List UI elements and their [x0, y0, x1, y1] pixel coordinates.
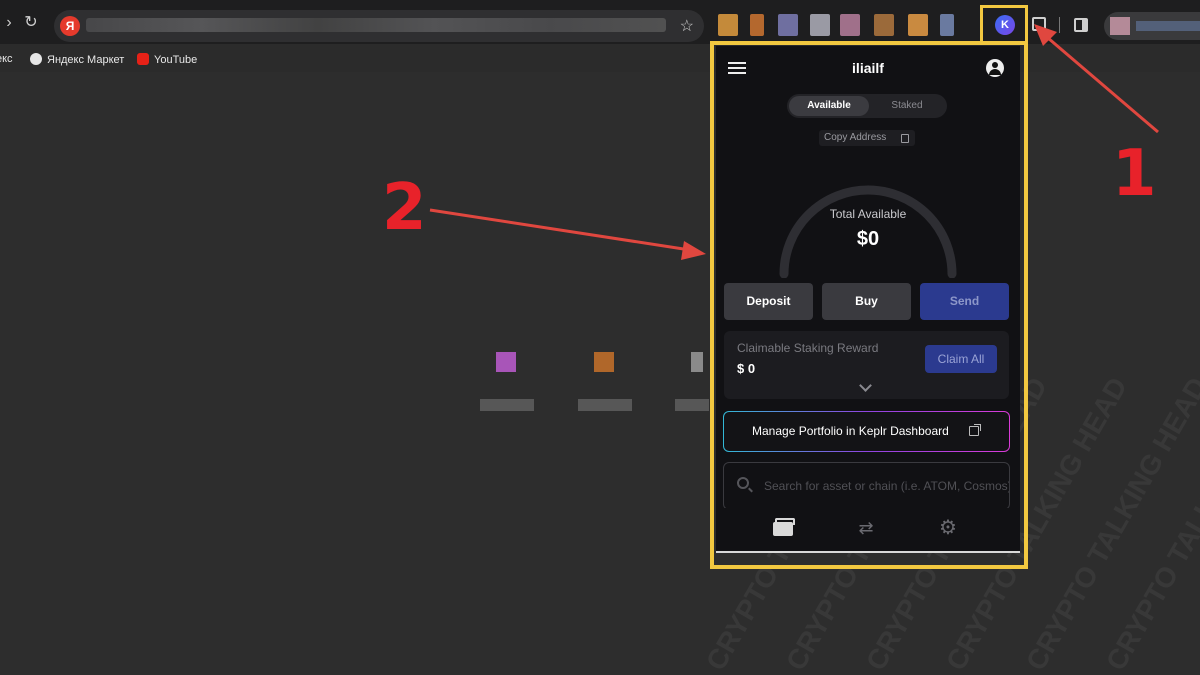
browser-toolbar: › ↻ Я ☆ K: [0, 0, 1200, 45]
arrow-2-line: [429, 208, 691, 252]
youtube-icon: [137, 53, 149, 65]
reward-value: $ 0: [737, 361, 756, 376]
annotation-number-2: 2: [382, 171, 427, 245]
keplr-extension-icon[interactable]: K: [995, 15, 1015, 35]
screenshot-root: › ↻ Я ☆ K екс Яндекс Маркет: [0, 0, 1200, 675]
account-name: iliailf: [852, 60, 884, 76]
wallet-icon[interactable]: [773, 518, 795, 538]
staking-reward-card: Claimable Staking Reward $ 0 Claim All: [724, 331, 1009, 399]
bookmark-yandex-market[interactable]: Яндекс Маркет: [30, 53, 124, 66]
search-icon: [737, 477, 749, 489]
blurred-shortcut-label: [578, 399, 632, 411]
tab-staked[interactable]: Staked: [869, 96, 945, 116]
forward-icon[interactable]: ›: [0, 14, 18, 32]
total-available-label: Total Available: [829, 207, 907, 221]
yandex-icon: Я: [60, 16, 80, 36]
gear-icon[interactable]: ⚙: [938, 518, 958, 538]
bookmark-star-icon[interactable]: ☆: [680, 16, 694, 36]
copy-address-button[interactable]: Copy Address: [819, 130, 915, 146]
balance-tabs: Available Staked: [787, 94, 947, 118]
arrow-2-head: [681, 241, 706, 260]
reload-icon[interactable]: ↻: [22, 14, 40, 32]
deposit-button[interactable]: Deposit: [724, 283, 813, 320]
account-icon[interactable]: [986, 59, 1004, 77]
toolbar-divider: [1059, 17, 1060, 33]
claim-all-button[interactable]: Claim All: [925, 345, 997, 373]
shortcut-icon: [691, 352, 703, 372]
copy-icon: [901, 134, 909, 143]
search-input[interactable]: [764, 476, 1009, 496]
bookmark-youtube[interactable]: YouTube: [137, 53, 197, 66]
tab-available[interactable]: Available: [789, 96, 869, 116]
avatar: [1110, 17, 1130, 35]
profile-button[interactable]: [1104, 12, 1200, 40]
annotation-number-1: 1: [1112, 137, 1157, 211]
shortcut-icon: [594, 352, 614, 372]
blurred-extensions: [718, 14, 978, 36]
side-panel-icon[interactable]: [1074, 18, 1088, 32]
manage-portfolio-button[interactable]: Manage Portfolio in Keplr Dashboard: [723, 411, 1010, 452]
shortcut-icon: [496, 352, 516, 372]
external-link-icon: [969, 424, 981, 436]
asset-search[interactable]: [723, 462, 1010, 510]
keplr-popup: iliailf Available Staked Copy Address To…: [716, 46, 1020, 552]
total-available-value: $0: [856, 228, 880, 250]
globe-icon: [30, 53, 42, 65]
bottom-nav: ⇄ ⚙: [716, 508, 1020, 552]
swap-icon[interactable]: ⇄: [856, 518, 876, 538]
extensions-puzzle-icon[interactable]: [1032, 17, 1046, 31]
chevron-down-icon[interactable]: [859, 379, 872, 392]
address-bar[interactable]: Я ☆: [54, 10, 704, 42]
keplr-extension-highlight: K: [980, 5, 1028, 45]
reward-label: Claimable Staking Reward: [737, 341, 879, 355]
send-button[interactable]: Send: [920, 283, 1009, 320]
popup-bottom-border: [716, 551, 1020, 553]
blurred-shortcut-label: [675, 399, 709, 411]
bookmark-folder[interactable]: екс: [0, 53, 13, 65]
blurred-profile-name: [1136, 21, 1200, 31]
blurred-url: [86, 18, 666, 32]
blurred-shortcut-label: [480, 399, 534, 411]
buy-button[interactable]: Buy: [822, 283, 911, 320]
